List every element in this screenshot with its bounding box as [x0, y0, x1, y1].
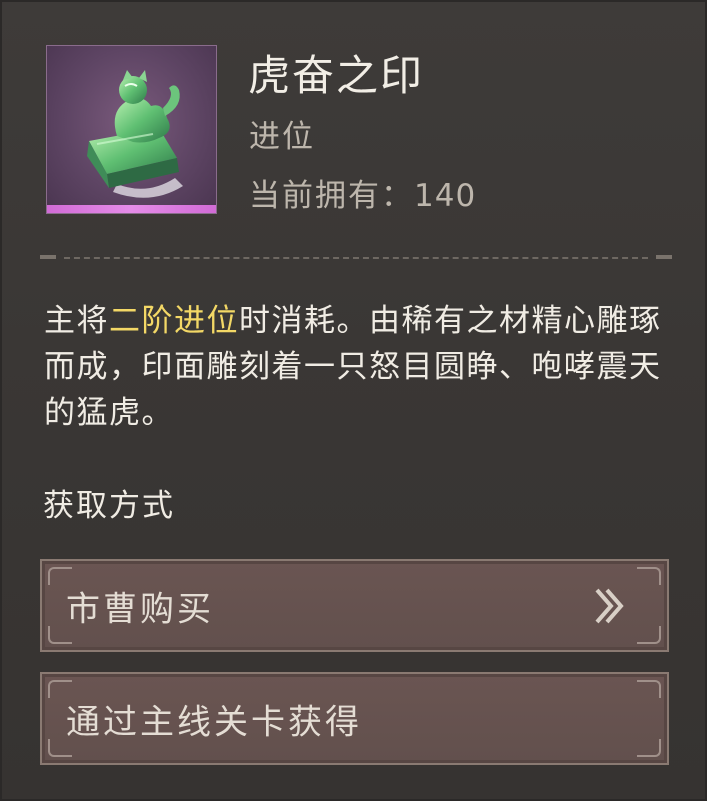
description-highlight: 二阶进位 — [109, 303, 239, 339]
owned-count: 140 — [414, 178, 477, 214]
acquire-option-mainline-button[interactable]: 通过主线关卡获得 — [40, 672, 669, 765]
item-description: 主将二阶进位时消耗。由稀有之材精心雕琢而成，印面雕刻着一只怒目圆睁、咆哮震天的猛… — [44, 298, 674, 436]
section-divider — [40, 255, 672, 261]
item-tooltip-panel: 虎奋之印 进位 当前拥有：140 主将二阶进位时消耗。由稀有之材精心雕琢而成，印… — [0, 0, 707, 801]
owned-count-row: 当前拥有：140 — [249, 174, 476, 218]
corner-ornament — [637, 626, 661, 644]
double-chevron-right-icon — [595, 588, 624, 623]
divider-end-right — [656, 255, 672, 259]
corner-ornament — [637, 739, 661, 757]
rarity-bar — [47, 205, 216, 213]
divider-end-left — [40, 255, 56, 259]
owned-label: 当前拥有： — [249, 178, 414, 214]
item-icon-frame — [46, 45, 217, 214]
corner-ornament — [637, 567, 661, 585]
acquire-option-label: 市曹购买 — [66, 589, 214, 629]
item-category: 进位 — [249, 119, 315, 155]
description-prefix: 主将 — [44, 303, 109, 339]
acquire-option-market-button[interactable]: 市曹购买 — [40, 559, 669, 652]
divider-dash-line — [64, 257, 648, 259]
corner-ornament — [637, 680, 661, 698]
acquire-section-title: 获取方式 — [43, 488, 175, 524]
jade-tiger-seal-icon — [87, 70, 183, 198]
item-name: 虎奋之印 — [248, 51, 425, 100]
acquire-option-label: 通过主线关卡获得 — [66, 702, 362, 742]
